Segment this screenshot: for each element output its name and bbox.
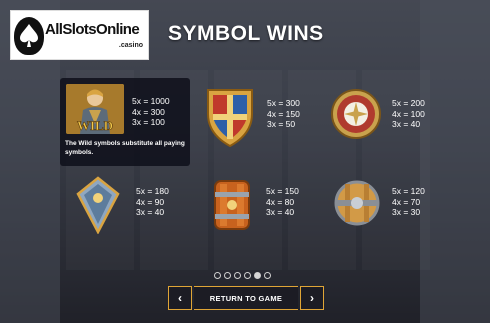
symbol-pays: 5x = 300 4x = 150 3x = 50 — [267, 98, 300, 129]
paytable-nav: ‹ RETURN TO GAME › — [168, 286, 324, 310]
page-title: SYMBOL WINS — [168, 22, 324, 45]
wild-art-label: WILD — [77, 118, 113, 133]
site-logo: AllSlotsOnline .casino — [10, 10, 149, 60]
symbol-pays: 5x = 150 4x = 80 3x = 40 — [266, 186, 299, 217]
round-shield-icon — [330, 88, 382, 140]
wild-description: The Wild symbols substitute all paying s… — [65, 140, 185, 156]
wild-pays: 5x = 1000 4x = 300 3x = 100 — [132, 96, 170, 127]
diamond-shield-icon — [76, 176, 120, 234]
paytable-screen: AllSlotsOnline .casino SYMBOL WINS WILD … — [0, 0, 490, 323]
return-to-game-button[interactable]: RETURN TO GAME — [194, 286, 298, 310]
logo-text: AllSlotsOnline — [45, 21, 140, 38]
page-dot[interactable] — [234, 272, 241, 279]
shield-cross-icon — [204, 84, 256, 148]
spade-icon — [14, 17, 44, 55]
logo-subtext: .casino — [118, 42, 143, 49]
next-page-button[interactable]: › — [300, 286, 324, 310]
page-indicator — [214, 272, 271, 279]
page-dot-active[interactable] — [254, 272, 261, 279]
round-wooden-shield-icon — [334, 180, 380, 226]
page-dot[interactable] — [264, 272, 271, 279]
page-dot[interactable] — [244, 272, 251, 279]
wooden-shield-icon — [212, 178, 252, 232]
wild-knight-symbol: WILD — [66, 84, 124, 134]
symbol-pays: 5x = 200 4x = 100 3x = 40 — [392, 98, 425, 129]
page-dot[interactable] — [224, 272, 231, 279]
symbol-pays: 5x = 180 4x = 90 3x = 40 — [136, 186, 169, 217]
symbol-pays: 5x = 120 4x = 70 3x = 30 — [392, 186, 425, 217]
wild-info-panel: WILD The Wild symbols substitute all pay… — [60, 78, 190, 166]
page-dot[interactable] — [214, 272, 221, 279]
prev-page-button[interactable]: ‹ — [168, 286, 192, 310]
